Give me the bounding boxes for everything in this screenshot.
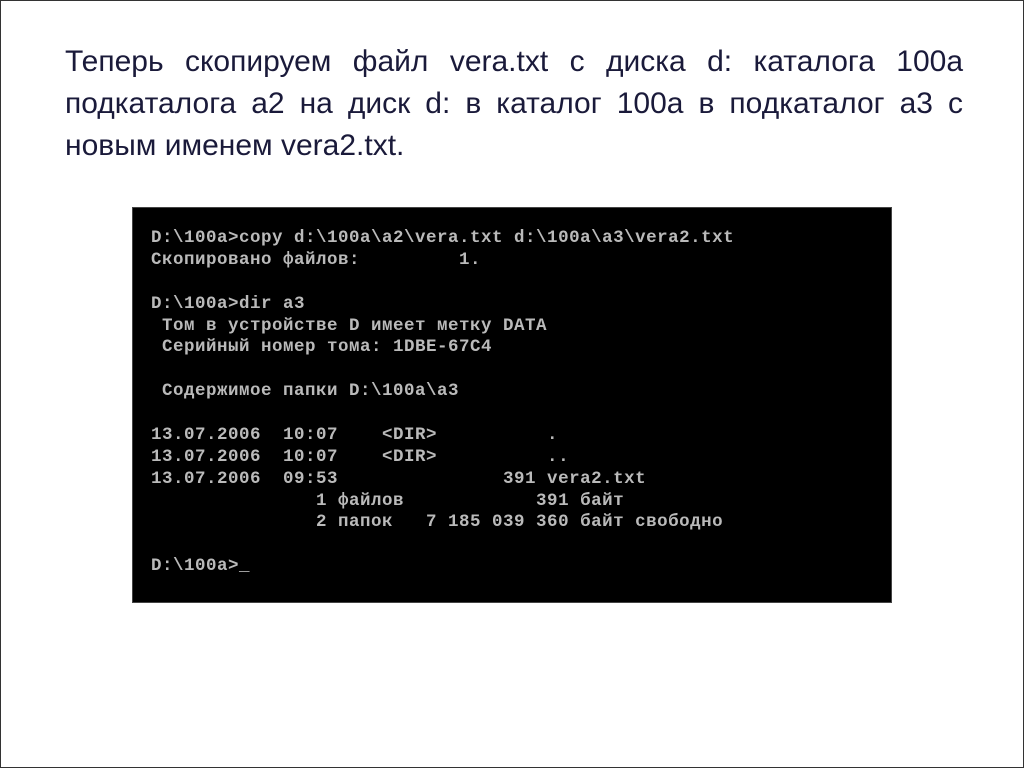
- terminal-line-9: 13.07.2006 10:07 <DIR> .: [151, 425, 558, 445]
- terminal-line-13: 2 папок 7 185 039 360 байт свободно: [151, 512, 723, 532]
- terminal-line-15: D:\100a>_: [151, 556, 250, 576]
- terminal-line-1: Скопировано файлов: 1.: [151, 250, 481, 270]
- terminal-line-5: Серийный номер тома: 1DBE-67C4: [151, 337, 492, 357]
- terminal-line-4: Том в устройстве D имеет метку DATA: [151, 316, 547, 336]
- terminal-window: D:\100a>copy d:\100a\a2\vera.txt d:\100a…: [132, 207, 892, 603]
- terminal-line-7: Содержимое папки D:\100a\a3: [151, 381, 459, 401]
- terminal-line-12: 1 файлов 391 байт: [151, 491, 624, 511]
- slide-container: Теперь скопируем файл vera.txt с диска d…: [0, 0, 1024, 768]
- terminal-line-3: D:\100a>dir a3: [151, 294, 305, 314]
- terminal-line-0: D:\100a>copy d:\100a\a2\vera.txt d:\100a…: [151, 228, 734, 248]
- terminal-line-10: 13.07.2006 10:07 <DIR> ..: [151, 447, 569, 467]
- slide-description: Теперь скопируем файл vera.txt с диска d…: [61, 41, 963, 167]
- description-text: Теперь скопируем файл vera.txt с диска d…: [65, 45, 963, 162]
- terminal-line-11: 13.07.2006 09:53 391 vera2.txt: [151, 469, 646, 489]
